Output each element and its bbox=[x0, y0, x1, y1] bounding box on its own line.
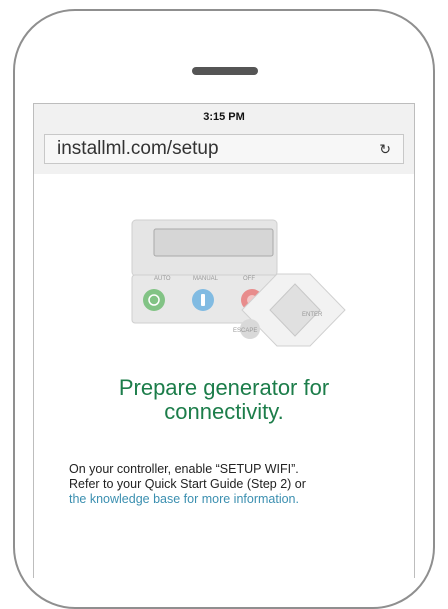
enter-label: ENTER bbox=[302, 312, 323, 318]
manual-label: MANUAL bbox=[193, 276, 219, 282]
off-label: OFF bbox=[243, 276, 255, 282]
headline-line-1: Prepare generator for bbox=[118, 375, 330, 400]
status-time: 3:15 PM bbox=[203, 111, 245, 123]
headline-line-2: connectivity. bbox=[164, 399, 284, 424]
phone-speaker bbox=[192, 67, 258, 75]
url-text[interactable]: installml.com/setup bbox=[57, 138, 219, 160]
address-bar[interactable]: installml.com/setup ↻ bbox=[44, 134, 404, 164]
phone-screen: 3:15 PM installml.com/setup ↻ AUTO MANUA… bbox=[33, 103, 415, 578]
knowledge-base-link[interactable]: the knowledge base for more information. bbox=[69, 492, 399, 507]
page-headline: Prepare generator for connectivity. bbox=[34, 376, 414, 424]
controller-illustration: AUTO MANUAL OFF ENTER ESCAPE bbox=[131, 219, 346, 347]
manual-icon bbox=[201, 294, 205, 306]
status-bar: 3:15 PM bbox=[34, 104, 414, 130]
instructions: On your controller, enable “SETUP WIFI”.… bbox=[69, 462, 399, 507]
instruction-line-2: Refer to your Quick Start Guide (Step 2)… bbox=[69, 477, 306, 491]
auto-label: AUTO bbox=[154, 276, 171, 282]
controller-display bbox=[153, 228, 274, 257]
auto-button bbox=[143, 289, 165, 311]
escape-label: ESCAPE bbox=[233, 328, 257, 334]
reload-icon[interactable]: ↻ bbox=[379, 141, 391, 158]
instruction-line-1: On your controller, enable “SETUP WIFI”. bbox=[69, 462, 299, 476]
